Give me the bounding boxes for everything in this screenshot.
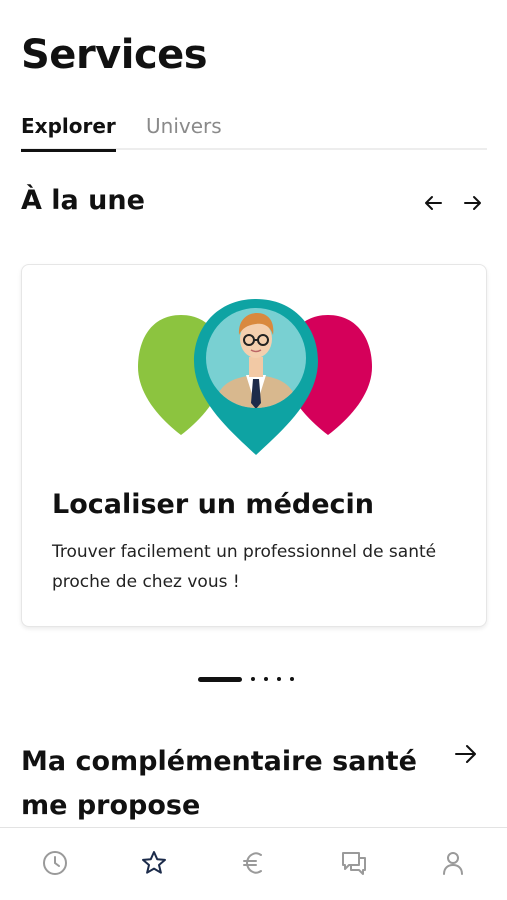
featured-section-title: À la une <box>21 185 145 216</box>
pager-dot[interactable] <box>264 677 268 681</box>
section-complementaire-title: Ma complémentaire santé me propose <box>21 746 417 821</box>
tab-univers[interactable]: Univers <box>146 114 222 150</box>
nav-reimbursements[interactable] <box>239 848 269 878</box>
carousel-prev-button[interactable] <box>419 189 447 217</box>
nav-services[interactable] <box>139 848 169 878</box>
euro-icon <box>243 852 262 874</box>
tab-bar: Explorer Univers <box>21 112 487 152</box>
featured-section-header: À la une <box>21 185 487 225</box>
section-complementaire: Ma complémentaire santé me propose <box>21 740 487 828</box>
card-title: Localiser un médecin <box>52 489 374 520</box>
featured-card-localiser-medecin[interactable]: Localiser un médecin Trouver facilement … <box>21 264 487 627</box>
nav-history[interactable] <box>40 848 70 878</box>
clock-icon <box>43 851 67 875</box>
arrow-right-icon <box>455 745 476 763</box>
carousel-pagination <box>198 676 303 682</box>
card-description: Trouver facilement un professionnel de s… <box>52 542 437 592</box>
user-icon <box>443 852 463 875</box>
doctor-location-pins-illustration <box>138 299 372 455</box>
pager-dot-active[interactable] <box>198 676 242 682</box>
chat-icon <box>342 852 366 875</box>
page-title: Services <box>21 32 208 78</box>
section-complementaire-more-button[interactable] <box>455 744 483 772</box>
carousel-next-button[interactable] <box>459 189 487 217</box>
tab-explorer[interactable]: Explorer <box>21 114 116 152</box>
arrow-left-icon <box>425 196 442 210</box>
nav-messages[interactable] <box>339 848 369 878</box>
nav-profile[interactable] <box>438 848 468 878</box>
bottom-navigation <box>0 827 507 900</box>
arrow-right-icon <box>464 196 481 210</box>
star-icon <box>142 851 166 874</box>
pager-dot[interactable] <box>251 677 255 681</box>
pager-dot[interactable] <box>290 677 294 681</box>
pager-dot[interactable] <box>277 677 281 681</box>
